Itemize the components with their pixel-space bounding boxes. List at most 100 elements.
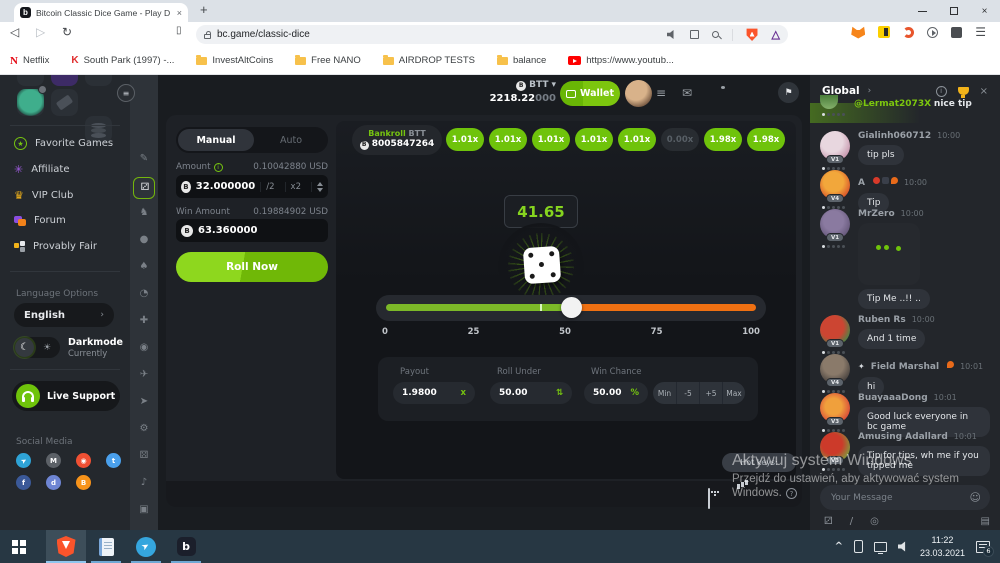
facebook-icon[interactable]: f: [16, 475, 31, 490]
live-support-button[interactable]: Live Support: [12, 381, 120, 411]
currency-selector[interactable]: B BTT 2218.22000: [478, 80, 556, 105]
tab-muted-icon[interactable]: [667, 30, 677, 39]
roll-under-input[interactable]: 50.00 ⇅: [490, 382, 572, 404]
close-button[interactable]: [969, 0, 1000, 22]
game-category-icon[interactable]: [130, 450, 158, 461]
tab-manual[interactable]: Manual: [178, 129, 254, 151]
tablet-mode-icon[interactable]: [854, 540, 863, 553]
new-tab-button[interactable]: [200, 2, 208, 17]
half-bet-button[interactable]: /2: [260, 182, 279, 192]
emoji-icon[interactable]: [970, 491, 981, 504]
play-extension-icon[interactable]: [927, 27, 938, 38]
medium-icon[interactable]: M: [46, 453, 61, 468]
taskbar-bcgame[interactable]: b: [166, 530, 206, 563]
sidebar-item-affiliate[interactable]: Affiliate: [14, 163, 70, 176]
bitcointalk-icon[interactable]: B: [76, 475, 91, 490]
extensions-puzzle-icon[interactable]: [951, 27, 962, 38]
game-category-icon[interactable]: [130, 342, 158, 353]
slider-handle[interactable]: [561, 297, 582, 318]
flag-button[interactable]: [778, 82, 799, 103]
game-tile-locked[interactable]: [17, 89, 44, 116]
action-center-icon[interactable]: 6: [976, 541, 990, 553]
game-category-icon[interactable]: [130, 396, 158, 407]
mention-text[interactable]: @Lermat2073X: [854, 99, 931, 109]
help-icon[interactable]: ?: [786, 488, 797, 499]
chat-sticker[interactable]: [858, 223, 920, 285]
multiplier-pill[interactable]: 1.01x: [446, 128, 484, 151]
game-category-icon[interactable]: [130, 369, 158, 380]
telegram-icon[interactable]: [16, 453, 31, 468]
multiplier-pill[interactable]: 1.01x: [489, 128, 527, 151]
game-tile-ticket[interactable]: [51, 89, 78, 116]
multiplier-pill-zero[interactable]: 0.00x: [661, 128, 699, 151]
discord-icon[interactable]: d: [46, 475, 61, 490]
game-category-icon[interactable]: [130, 261, 158, 272]
zoom-icon[interactable]: [712, 31, 719, 38]
multiplier-pill[interactable]: 1.01x: [532, 128, 570, 151]
username[interactable]: Amusing Adallard: [858, 432, 948, 442]
maximize-button[interactable]: [938, 0, 969, 22]
gif-icon[interactable]: [870, 516, 879, 527]
dice-bet-icon[interactable]: [824, 516, 833, 527]
metamask-icon[interactable]: [851, 26, 865, 39]
game-category-icon[interactable]: [130, 315, 158, 326]
bookmark-youtube[interactable]: https://www.youtub...: [568, 55, 674, 66]
commands-icon[interactable]: [850, 516, 853, 527]
minus5-button[interactable]: -5: [676, 382, 699, 404]
darkmode-toggle[interactable]: [14, 337, 60, 358]
roll-slider[interactable]: [376, 295, 766, 321]
yellow-extension-icon[interactable]: [878, 26, 890, 38]
messages-icon[interactable]: [682, 86, 692, 100]
orange-extension-icon[interactable]: [903, 27, 914, 38]
game-category-icon[interactable]: [130, 477, 158, 488]
multiplier-pill[interactable]: 1.98x: [704, 128, 742, 151]
sidebar-item-favorite-games[interactable]: Favorite Games: [14, 137, 113, 150]
username[interactable]: Gialinh060712: [858, 131, 931, 141]
tab-auto[interactable]: Auto: [254, 135, 328, 146]
game-category-icon[interactable]: [130, 234, 158, 245]
minimize-button[interactable]: [907, 0, 938, 22]
username[interactable]: MrZero: [858, 209, 895, 219]
roll-now-button[interactable]: Roll Now: [176, 252, 328, 282]
payout-input[interactable]: 1.9800 x: [393, 382, 475, 404]
start-button[interactable]: [0, 530, 46, 563]
active-game-dice[interactable]: [133, 177, 155, 199]
reload-button[interactable]: [62, 25, 72, 39]
taskbar-clock[interactable]: 11:22 23.03.2021: [920, 534, 965, 558]
game-tile[interactable]: [51, 75, 78, 86]
user-avatar[interactable]: [625, 80, 652, 107]
sidebar-collapse-button[interactable]: [117, 84, 135, 102]
trophy-icon[interactable]: [958, 87, 969, 95]
reading-list-icon[interactable]: [176, 25, 182, 36]
info-icon[interactable]: i: [214, 163, 223, 172]
forward-button[interactable]: [36, 25, 45, 39]
bookmark-southpark[interactable]: KSouth Park (1997) -...: [71, 55, 174, 66]
account-menu-icon[interactable]: [656, 86, 666, 100]
back-button[interactable]: [10, 25, 19, 39]
win-chance-input[interactable]: 50.00 %: [584, 382, 648, 404]
bookmark-freenano[interactable]: Free NANO: [295, 55, 361, 66]
game-category-icon[interactable]: [130, 423, 158, 434]
browser-tab[interactable]: b Bitcoin Classic Dice Game - Play D: [14, 3, 188, 22]
address-bar[interactable]: bc.game/classic-dice: [196, 25, 788, 44]
game-category-icon[interactable]: [130, 207, 158, 218]
volume-icon[interactable]: [898, 541, 909, 552]
network-icon[interactable]: [874, 542, 887, 552]
chat-close-icon[interactable]: [980, 86, 988, 97]
brave-shield-icon[interactable]: [746, 28, 759, 42]
plus5-button[interactable]: +5: [699, 382, 722, 404]
sidebar-item-provably-fair[interactable]: Provably Fair: [14, 241, 97, 252]
max-button[interactable]: Max: [722, 382, 745, 404]
github-icon[interactable]: [76, 453, 91, 468]
amount-input[interactable]: B 32.000000 /2 x2: [176, 175, 328, 198]
taskbar-telegram[interactable]: [126, 530, 166, 563]
language-selector[interactable]: English: [14, 303, 114, 327]
twitter-icon[interactable]: t: [106, 453, 121, 468]
double-bet-button[interactable]: x2: [285, 182, 306, 192]
bookmark-investaltcoins[interactable]: InvestAltCoins: [196, 55, 273, 66]
bookmark-airdroptests[interactable]: AIRDROP TESTS: [383, 55, 475, 66]
chat-rules-icon[interactable]: i: [936, 86, 947, 97]
username[interactable]: BuayaaaDong: [858, 393, 928, 403]
sidebar-item-forum[interactable]: Forum: [14, 215, 66, 226]
swap-icon[interactable]: ⇅: [556, 388, 563, 398]
